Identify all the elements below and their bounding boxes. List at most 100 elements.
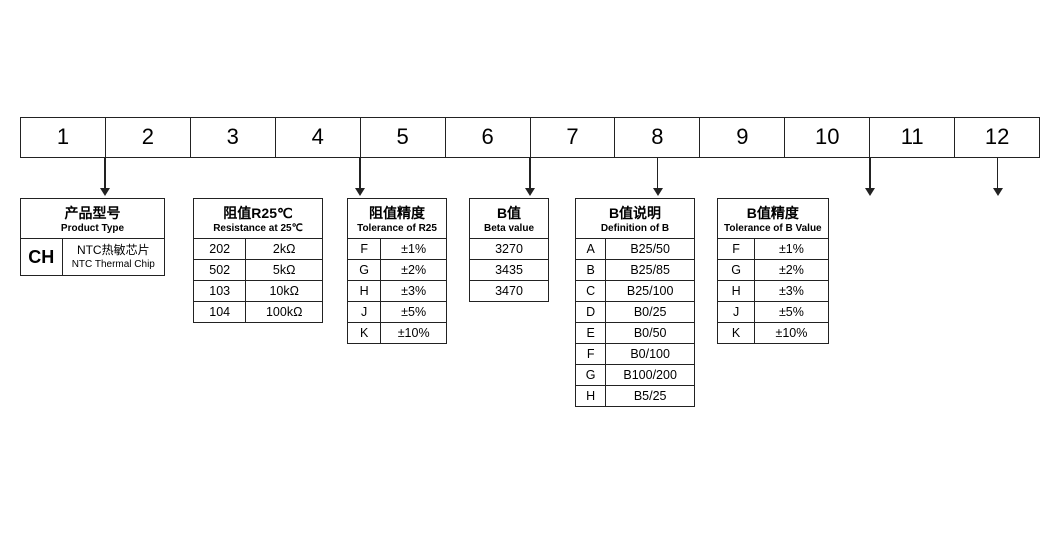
num-7: 7 <box>531 118 616 156</box>
resist-row-2: 103 10kΩ <box>194 280 323 301</box>
tol-b-val-1: ±2% <box>755 259 828 280</box>
tol-b-zh: B值精度 <box>724 203 822 223</box>
arrowhead-resist <box>355 188 365 196</box>
tol-b-code-3: J <box>718 301 755 322</box>
number-row: 1 2 3 4 5 6 7 8 9 10 11 12 <box>20 117 1040 157</box>
tol-b-val-4: ±10% <box>755 322 828 343</box>
tol-r25-row-2: H ±3% <box>348 280 447 301</box>
def-b-val-6: B100/200 <box>606 364 695 385</box>
beta-row-1: 3435 <box>470 259 549 280</box>
resistance-section: 阻值R25℃ Resistance at 25℃ 202 2kΩ 502 5kΩ… <box>193 198 323 323</box>
num-9: 9 <box>700 118 785 156</box>
tol-r25-en: Tolerance of R25 <box>354 223 440 234</box>
arrow-down-tol-b <box>993 158 1003 196</box>
tol-r25-val-3: ±5% <box>381 301 447 322</box>
tol-b-row-3: J ±5% <box>718 301 829 322</box>
tables-row: 产品型号 Product Type CH NTC热敏芯片 NTC Thermal… <box>20 198 1040 407</box>
tol-r25-header: 阻值精度 Tolerance of R25 <box>348 198 447 238</box>
num-1: 1 <box>21 118 106 156</box>
tol-r25-row-3: J ±5% <box>348 301 447 322</box>
beta-row-2: 3470 <box>470 280 549 301</box>
def-b-code-1: B <box>576 259 606 280</box>
def-b-val-0: B25/50 <box>606 238 695 259</box>
tol-b-val-3: ±5% <box>755 301 828 322</box>
num-5: 5 <box>361 118 446 156</box>
tol-r25-code-2: H <box>348 280 381 301</box>
resistance-header: 阻值R25℃ Resistance at 25℃ <box>194 198 323 238</box>
def-b-row-2: C B25/100 <box>576 280 695 301</box>
def-b-code-5: F <box>576 343 606 364</box>
def-b-row-0: A B25/50 <box>576 238 695 259</box>
resist-code-0: 202 <box>194 238 246 259</box>
product-type-zh: 产品型号 <box>27 203 158 223</box>
beta-val-1: 3435 <box>470 259 549 280</box>
tol-r25-code-1: G <box>348 259 381 280</box>
arrow-4-5 <box>275 158 445 196</box>
resistance-table: 阻值R25℃ Resistance at 25℃ 202 2kΩ 502 5kΩ… <box>193 198 323 323</box>
tol-r25-val-1: ±2% <box>381 259 447 280</box>
chip-desc-zh: NTC热敏芯片 <box>69 242 158 259</box>
product-type-en: Product Type <box>27 223 158 234</box>
arrow-down-beta <box>653 158 663 196</box>
tol-r25-val-0: ±1% <box>381 238 447 259</box>
tol-r25-row-0: F ±1% <box>348 238 447 259</box>
resist-val-3: 100kΩ <box>246 301 323 322</box>
product-code: CH <box>21 238 63 276</box>
product-type-section: 产品型号 Product Type CH NTC热敏芯片 NTC Thermal… <box>20 198 165 277</box>
num-2: 2 <box>106 118 191 156</box>
def-b-val-7: B5/25 <box>606 385 695 406</box>
tol-b-val-0: ±1% <box>755 238 828 259</box>
tol-b-en: Tolerance of B Value <box>724 223 822 234</box>
resist-row-3: 104 100kΩ <box>194 301 323 322</box>
tol-b-row-0: F ±1% <box>718 238 829 259</box>
beta-value-section: B值 Beta value 3270 3435 3470 <box>469 198 549 302</box>
arrow-8 <box>615 158 700 196</box>
chip-desc-en: NTC Thermal Chip <box>69 258 158 272</box>
beta-zh: B值 <box>476 203 542 223</box>
beta-value-table: B值 Beta value 3270 3435 3470 <box>469 198 549 302</box>
tol-b-code-4: K <box>718 322 755 343</box>
tol-b-row-4: K ±10% <box>718 322 829 343</box>
num-4: 4 <box>276 118 361 156</box>
tol-r25-row-4: K ±10% <box>348 322 447 343</box>
tol-r25-code-3: J <box>348 301 381 322</box>
arrowhead-product <box>100 188 110 196</box>
arrow-down-def-b <box>865 158 875 196</box>
beta-en: Beta value <box>476 223 542 234</box>
def-b-val-3: B0/25 <box>606 301 695 322</box>
tol-b-code-1: G <box>718 259 755 280</box>
tol-r25-val-2: ±3% <box>381 280 447 301</box>
tol-b-val-2: ±3% <box>755 280 828 301</box>
num-10: 10 <box>785 118 870 156</box>
arrowhead-tol-b <box>993 188 1003 196</box>
def-b-row-6: G B100/200 <box>576 364 695 385</box>
num-12: 12 <box>955 118 1039 156</box>
tol-r25-code-0: F <box>348 238 381 259</box>
tol-b-code-0: F <box>718 238 755 259</box>
product-type-header: 产品型号 Product Type <box>21 198 165 238</box>
num-8: 8 <box>615 118 700 156</box>
product-type-table: 产品型号 Product Type CH NTC热敏芯片 NTC Thermal… <box>20 198 165 277</box>
def-b-row-5: F B0/100 <box>576 343 695 364</box>
resist-row-1: 502 5kΩ <box>194 259 323 280</box>
beta-row-0: 3270 <box>470 238 549 259</box>
arrow-12 <box>955 158 1040 196</box>
num-3: 3 <box>191 118 276 156</box>
beta-val-2: 3470 <box>470 280 549 301</box>
def-b-zh: B值说明 <box>582 203 688 223</box>
arrowhead-def-b <box>865 188 875 196</box>
resist-code-1: 502 <box>194 259 246 280</box>
tol-b-row-2: H ±3% <box>718 280 829 301</box>
num-11: 11 <box>870 118 955 156</box>
resist-row-0: 202 2kΩ <box>194 238 323 259</box>
arrowhead-beta <box>653 188 663 196</box>
product-desc: NTC热敏芯片 NTC Thermal Chip <box>62 238 164 276</box>
resist-val-0: 2kΩ <box>246 238 323 259</box>
def-b-row-3: D B0/25 <box>576 301 695 322</box>
definition-b-table: B值说明 Definition of B A B25/50 B B25/85 C… <box>575 198 695 407</box>
def-b-code-3: D <box>576 301 606 322</box>
tolerance-r25-table: 阻值精度 Tolerance of R25 F ±1% G ±2% H ±3% <box>347 198 447 344</box>
def-b-row-1: B B25/85 <box>576 259 695 280</box>
part-number-diagram: 1 2 3 4 5 6 7 8 9 10 11 12 <box>10 107 1050 426</box>
tolerance-b-section: B值精度 Tolerance of B Value F ±1% G ±2% H … <box>717 198 829 344</box>
